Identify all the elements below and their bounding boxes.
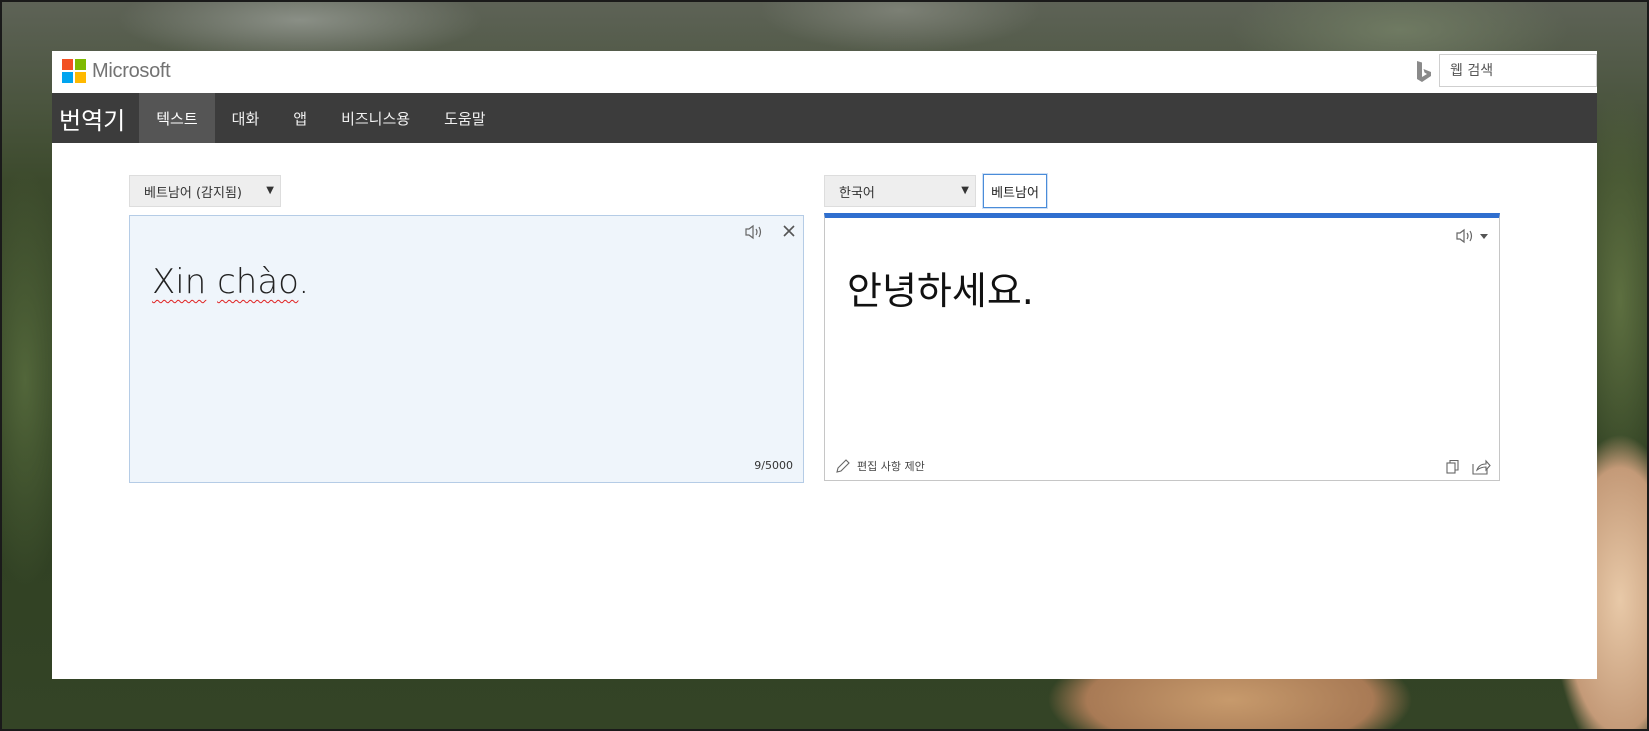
chevron-down-icon: ▼: [266, 185, 274, 196]
chevron-down-icon: ▼: [961, 185, 969, 196]
bing-icon[interactable]: [1415, 60, 1433, 84]
target-text-panel: 안녕하세요. 편집 사항 제안: [824, 213, 1500, 481]
dropdown-arrow-icon[interactable]: [1479, 232, 1489, 240]
source-punctuation: .: [298, 262, 310, 302]
source-text[interactable]: Xin chào.: [152, 262, 309, 302]
translator-app: Microsoft 번역기 텍스트 대화 앱 비즈니스용 도움말 베트남어 (감…: [52, 51, 1597, 679]
suggest-edit-link[interactable]: 편집 사항 제안: [835, 458, 925, 474]
translator-nav: 번역기 텍스트 대화 앱 비즈니스용 도움말: [52, 93, 1597, 143]
speaker-icon[interactable]: [744, 224, 764, 240]
microsoft-header: Microsoft: [52, 51, 1597, 93]
copy-icon[interactable]: [1445, 459, 1461, 475]
source-language-select[interactable]: 베트남어 (감지됨) ▼: [129, 175, 281, 207]
character-count: 9/5000: [754, 459, 793, 472]
pencil-icon: [836, 459, 850, 473]
speaker-icon[interactable]: [1455, 228, 1475, 244]
suggest-edit-label: 편집 사항 제안: [857, 460, 925, 473]
tab-text[interactable]: 텍스트: [139, 93, 215, 143]
microsoft-logo-text: Microsoft: [92, 59, 171, 82]
target-language-select[interactable]: 한국어 ▼: [824, 175, 976, 207]
microsoft-logo[interactable]: Microsoft: [62, 59, 171, 83]
source-word-1: Xin: [152, 262, 207, 302]
clear-text-icon[interactable]: [782, 224, 796, 238]
tab-conversation[interactable]: 대화: [215, 93, 277, 143]
web-search-input[interactable]: [1439, 54, 1597, 87]
translator-brand[interactable]: 번역기: [52, 93, 139, 143]
microsoft-logo-icon: [62, 59, 86, 83]
source-word-2: chào: [217, 262, 299, 302]
tab-help[interactable]: 도움말: [427, 93, 502, 143]
tab-business[interactable]: 비즈니스용: [324, 93, 427, 143]
tab-apps[interactable]: 앱: [276, 93, 324, 143]
source-text-panel[interactable]: Xin chào. 9/5000: [129, 215, 804, 483]
recent-language-button[interactable]: 베트남어: [983, 174, 1047, 208]
source-language-label: 베트남어 (감지됨): [144, 185, 242, 201]
translated-text: 안녕하세요.: [847, 269, 1034, 313]
share-icon[interactable]: [1471, 458, 1491, 476]
target-language-label: 한국어: [839, 185, 875, 201]
